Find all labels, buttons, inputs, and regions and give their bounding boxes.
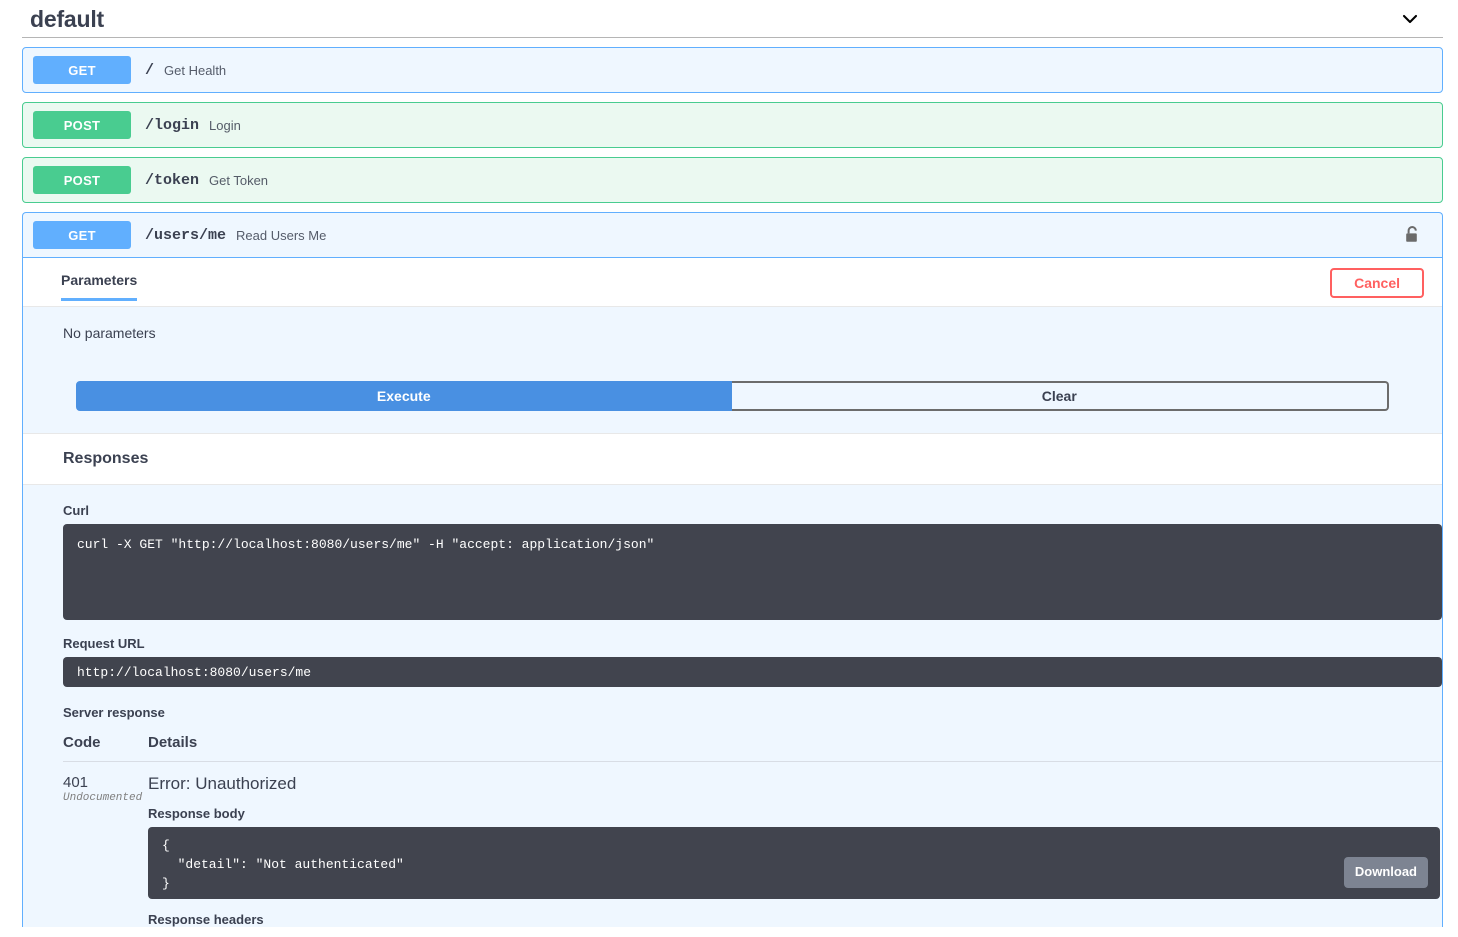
clear-button[interactable]: Clear xyxy=(732,381,1389,411)
operation-path: /login xyxy=(145,117,199,134)
table-header-row: Code Details xyxy=(63,734,1442,762)
cancel-button[interactable]: Cancel xyxy=(1330,268,1424,298)
responses-title: Responses xyxy=(63,450,1422,468)
response-undocumented-note: Undocumented xyxy=(63,792,148,804)
response-body-text: { "detail": "Not authenticated" } xyxy=(162,838,404,891)
unlock-icon[interactable] xyxy=(1402,224,1424,246)
action-button-row: Execute Clear xyxy=(76,381,1389,411)
operation-summary-text: Get Health xyxy=(164,63,226,78)
operation-body: Parameters Cancel No parameters Execute … xyxy=(23,257,1442,927)
response-body-block: { "detail": "Not authenticated" } Downloa… xyxy=(148,827,1440,899)
responses-pane: Curl curl -X GET "http://localhost:8080/… xyxy=(23,484,1442,927)
column-header-code: Code xyxy=(63,734,148,751)
operation-summary[interactable]: GET /users/me Read Users Me xyxy=(23,213,1442,257)
tab-parameters[interactable]: Parameters xyxy=(61,272,137,301)
table-row: 401 Undocumented Error: Unauthorized Res… xyxy=(63,762,1442,927)
tag-title: default xyxy=(30,6,104,33)
response-headers-label: Response headers xyxy=(148,912,1442,927)
response-error-title: Error: Unauthorized xyxy=(148,774,1442,794)
execute-button[interactable]: Execute xyxy=(76,381,732,411)
response-code-cell: 401 Undocumented xyxy=(63,774,148,927)
request-url-label: Request URL xyxy=(63,636,1422,651)
chevron-down-icon[interactable] xyxy=(1400,9,1420,29)
operation-summary-text: Get Token xyxy=(209,173,268,188)
no-parameters-text: No parameters xyxy=(63,325,1422,341)
operation-get-token[interactable]: POST /token Get Token xyxy=(22,157,1443,203)
header-divider xyxy=(22,37,1443,38)
operation-read-users-me[interactable]: GET /users/me Read Users Me Parameters C… xyxy=(22,212,1443,927)
operation-summary-text: Login xyxy=(209,118,241,133)
operation-get-health[interactable]: GET / Get Health xyxy=(22,47,1443,93)
response-status-code: 401 xyxy=(63,774,148,792)
operation-path: /users/me xyxy=(145,227,226,244)
method-badge-get: GET xyxy=(33,56,131,84)
curl-command-block[interactable]: curl -X GET "http://localhost:8080/users… xyxy=(63,524,1442,620)
operation-summary-text: Read Users Me xyxy=(236,228,326,243)
response-body-label: Response body xyxy=(148,806,1442,821)
responses-header: Responses xyxy=(23,433,1442,484)
operation-path: / xyxy=(145,62,154,79)
method-badge-post: POST xyxy=(33,111,131,139)
operation-login[interactable]: POST /login Login xyxy=(22,102,1443,148)
server-response-label: Server response xyxy=(63,705,1422,720)
operation-summary[interactable]: GET / Get Health xyxy=(23,48,1442,92)
column-header-details: Details xyxy=(148,734,197,751)
operation-summary[interactable]: POST /token Get Token xyxy=(23,158,1442,202)
tabs-row: Parameters Cancel xyxy=(23,258,1442,306)
swagger-ui-page: default GET / Get Health POST /login Log… xyxy=(0,0,1458,937)
operation-summary[interactable]: POST /login Login xyxy=(23,103,1442,147)
curl-label: Curl xyxy=(63,503,1422,518)
method-badge-post: POST xyxy=(33,166,131,194)
response-details-cell: Error: Unauthorized Response body { "det… xyxy=(148,774,1442,927)
parameters-pane: No parameters Execute Clear xyxy=(23,306,1442,433)
server-response-table: Code Details 401 Undocumented Error: Una… xyxy=(63,734,1442,927)
operation-path: /token xyxy=(145,172,199,189)
download-button[interactable]: Download xyxy=(1344,857,1428,888)
request-url-block: http://localhost:8080/users/me xyxy=(63,657,1442,687)
tag-header[interactable]: default xyxy=(0,0,1458,38)
method-badge-get: GET xyxy=(33,221,131,249)
